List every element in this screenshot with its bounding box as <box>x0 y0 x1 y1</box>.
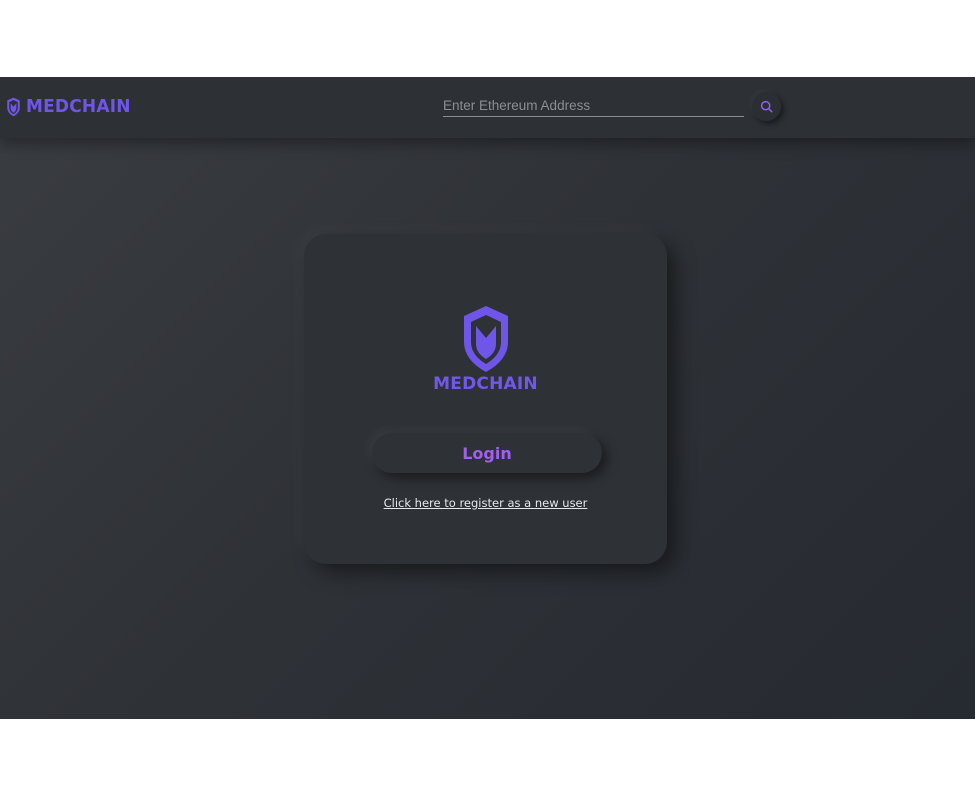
register-link[interactable]: Click here to register as a new user <box>304 496 667 510</box>
brand-logo[interactable]: MEDCHAIN <box>6 96 131 118</box>
brand-name: MEDCHAIN <box>26 96 131 118</box>
login-button[interactable]: Login <box>372 433 602 473</box>
logo-wordmark: MEDCHAIN <box>433 374 538 394</box>
shield-m-icon <box>464 306 508 372</box>
app-window: MEDCHAIN MEDCHAIN Login Click here to re… <box>0 77 975 719</box>
top-navbar: MEDCHAIN <box>0 77 975 138</box>
login-card: MEDCHAIN Login Click here to register as… <box>304 234 667 564</box>
ethereum-address-input[interactable] <box>443 95 744 117</box>
shield-m-icon <box>7 97 20 117</box>
search-container <box>443 95 744 118</box>
search-button[interactable] <box>752 92 781 121</box>
search-icon <box>760 100 773 113</box>
